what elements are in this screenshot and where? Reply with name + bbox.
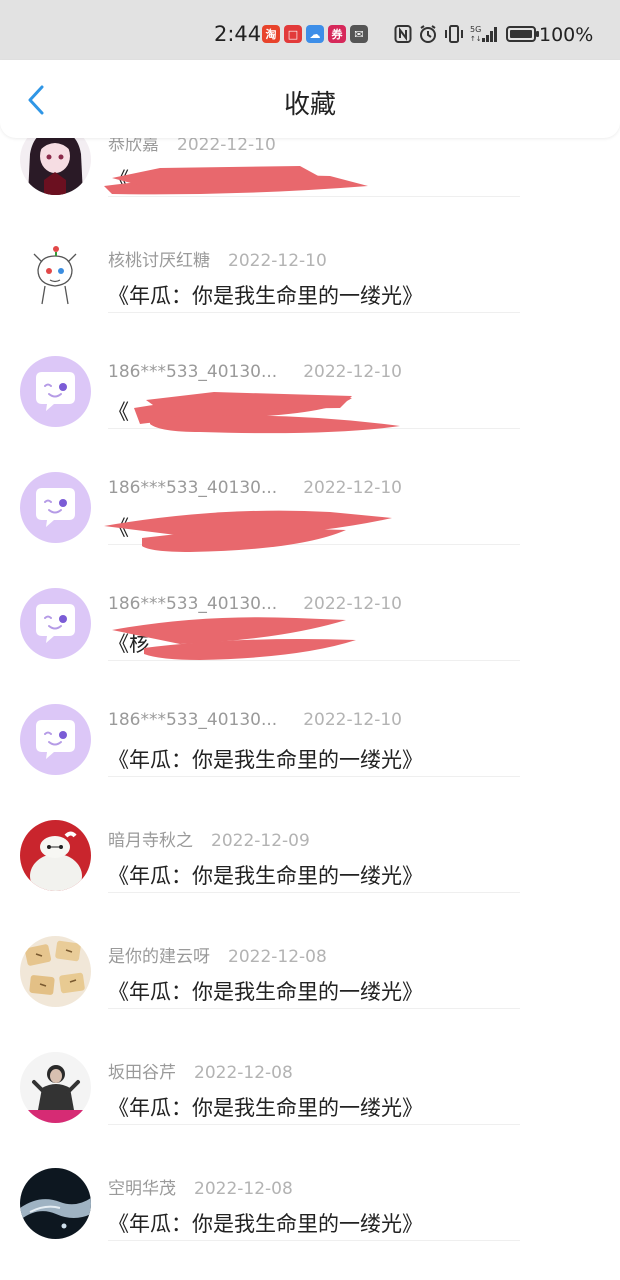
username: 186***533_40130... bbox=[108, 362, 278, 382]
favorite-date: 2022-12-10 bbox=[228, 251, 327, 271]
item-title[interactable]: 《 bbox=[108, 164, 129, 194]
navigation-bar: 收藏 bbox=[0, 60, 620, 138]
favorite-item[interactable]: 186***533_40130... 2022-12-10 《 bbox=[0, 312, 620, 429]
item-title[interactable]: 《年瓜：你是我生命里的一缕光》 bbox=[108, 1092, 423, 1122]
battery-percentage: 100% bbox=[539, 24, 594, 46]
item-meta: 186***533_40130... 2022-12-10 bbox=[108, 362, 402, 382]
user-avatar[interactable] bbox=[20, 936, 91, 1007]
item-meta: 核桃讨厌红糖 2022-12-10 bbox=[108, 246, 327, 271]
notification-icons: 淘 □ ☁ 券 ✉ bbox=[262, 25, 368, 43]
favorites-list: 恭欣嘉 2022-12-10 《 核桃讨厌红糖 2022-12-10 《年瓜：你是我生命… bbox=[0, 80, 620, 1241]
username: 恭欣嘉 bbox=[108, 135, 159, 155]
user-avatar[interactable] bbox=[20, 704, 91, 775]
favorite-item[interactable]: 坂田谷芹 2022-12-08 《年瓜：你是我生命里的一缕光》 bbox=[0, 1008, 620, 1125]
user-avatar[interactable] bbox=[20, 588, 91, 659]
svg-text:5G: 5G bbox=[470, 25, 481, 34]
user-avatar[interactable] bbox=[20, 820, 91, 891]
username: 186***533_40130... bbox=[108, 594, 278, 614]
battery-icon bbox=[506, 26, 539, 42]
favorite-date: 2022-12-10 bbox=[303, 478, 402, 498]
taobao-icon: 淘 bbox=[262, 25, 280, 43]
system-icons: 5G ↑↓ bbox=[394, 24, 540, 44]
item-meta: 是你的建云呀 2022-12-08 bbox=[108, 942, 327, 967]
page-title: 收藏 bbox=[283, 90, 336, 120]
item-meta: 186***533_40130... 2022-12-10 bbox=[108, 594, 402, 614]
favorite-date: 2022-12-08 bbox=[194, 1179, 293, 1199]
favorite-item[interactable]: 暗月寺秋之 2022-12-09 《年瓜：你是我生命里的一缕光》 bbox=[0, 776, 620, 893]
svg-text:↑↓: ↑↓ bbox=[470, 35, 482, 43]
user-avatar[interactable] bbox=[20, 240, 91, 311]
item-meta: 暗月寺秋之 2022-12-09 bbox=[108, 826, 310, 851]
favorite-date: 2022-12-10 bbox=[177, 135, 276, 155]
cloud-icon: ☁ bbox=[306, 25, 324, 43]
favorite-date: 2022-12-08 bbox=[194, 1063, 293, 1083]
alarm-icon bbox=[420, 25, 436, 43]
item-title[interactable]: 《年瓜：你是我生命里的一缕光》 bbox=[108, 744, 423, 774]
username: 核桃讨厌红糖 bbox=[108, 251, 210, 271]
red-app-icon: □ bbox=[284, 25, 302, 43]
badge-app-icon: 券 bbox=[328, 25, 346, 43]
status-time: 2:44 bbox=[214, 22, 262, 46]
favorite-item[interactable]: 是你的建云呀 2022-12-08 《年瓜：你是我生命里的一缕光》 bbox=[0, 892, 620, 1009]
item-title[interactable]: 《年瓜：你是我生命里的一缕光》 bbox=[108, 1208, 423, 1238]
item-title[interactable]: 《年瓜：你是我生命里的一缕光》 bbox=[108, 280, 423, 310]
nfc-icon bbox=[394, 25, 412, 43]
username: 空明华茂 bbox=[108, 1179, 176, 1199]
favorite-date: 2022-12-10 bbox=[303, 362, 402, 382]
user-avatar[interactable] bbox=[20, 356, 91, 427]
status-bar: 2:44 淘 □ ☁ 券 ✉ 5G ↑↓ 100% bbox=[0, 0, 620, 60]
username: 186***533_40130... bbox=[108, 710, 278, 730]
favorite-item[interactable]: 空明华茂 2022-12-08 《年瓜：你是我生命里的一缕光》 bbox=[0, 1124, 620, 1241]
username: 坂田谷芹 bbox=[108, 1063, 176, 1083]
username: 186***533_40130... bbox=[108, 478, 278, 498]
item-meta: 坂田谷芹 2022-12-08 bbox=[108, 1058, 293, 1083]
user-avatar[interactable] bbox=[20, 472, 91, 543]
item-title[interactable]: 《年瓜：你是我生命里的一缕光》 bbox=[108, 860, 423, 890]
vibrate-icon bbox=[445, 25, 463, 43]
favorite-item[interactable]: 186***533_40130... 2022-12-10 《年瓜：你是我生命里的一… bbox=[0, 660, 620, 777]
user-avatar[interactable] bbox=[20, 1168, 91, 1239]
item-title[interactable]: 《核 bbox=[108, 628, 150, 658]
favorite-item[interactable]: 核桃讨厌红糖 2022-12-10 《年瓜：你是我生命里的一缕光》 bbox=[0, 196, 620, 313]
item-meta: 186***533_40130... 2022-12-10 bbox=[108, 478, 402, 498]
user-avatar[interactable] bbox=[20, 1052, 91, 1123]
signal-5g-icon: 5G ↑↓ bbox=[470, 25, 497, 43]
username: 是你的建云呀 bbox=[108, 947, 210, 967]
favorite-date: 2022-12-09 bbox=[211, 831, 310, 851]
item-meta: 186***533_40130... 2022-12-10 bbox=[108, 710, 402, 730]
favorite-item[interactable]: 186***533_40130... 2022-12-10 《核 bbox=[0, 544, 620, 661]
favorite-date: 2022-12-08 bbox=[228, 947, 327, 967]
username: 暗月寺秋之 bbox=[108, 831, 193, 851]
item-title[interactable]: 《年瓜：你是我生命里的一缕光》 bbox=[108, 976, 423, 1006]
item-meta: 空明华茂 2022-12-08 bbox=[108, 1174, 293, 1199]
favorite-item[interactable]: 186***533_40130... 2022-12-10 《 bbox=[0, 428, 620, 545]
item-title[interactable]: 《 bbox=[108, 512, 129, 542]
item-title[interactable]: 《 bbox=[108, 396, 129, 426]
favorite-date: 2022-12-10 bbox=[303, 710, 402, 730]
row-divider bbox=[108, 1240, 520, 1241]
wechat-icon: ✉ bbox=[350, 25, 368, 43]
favorite-date: 2022-12-10 bbox=[303, 594, 402, 614]
